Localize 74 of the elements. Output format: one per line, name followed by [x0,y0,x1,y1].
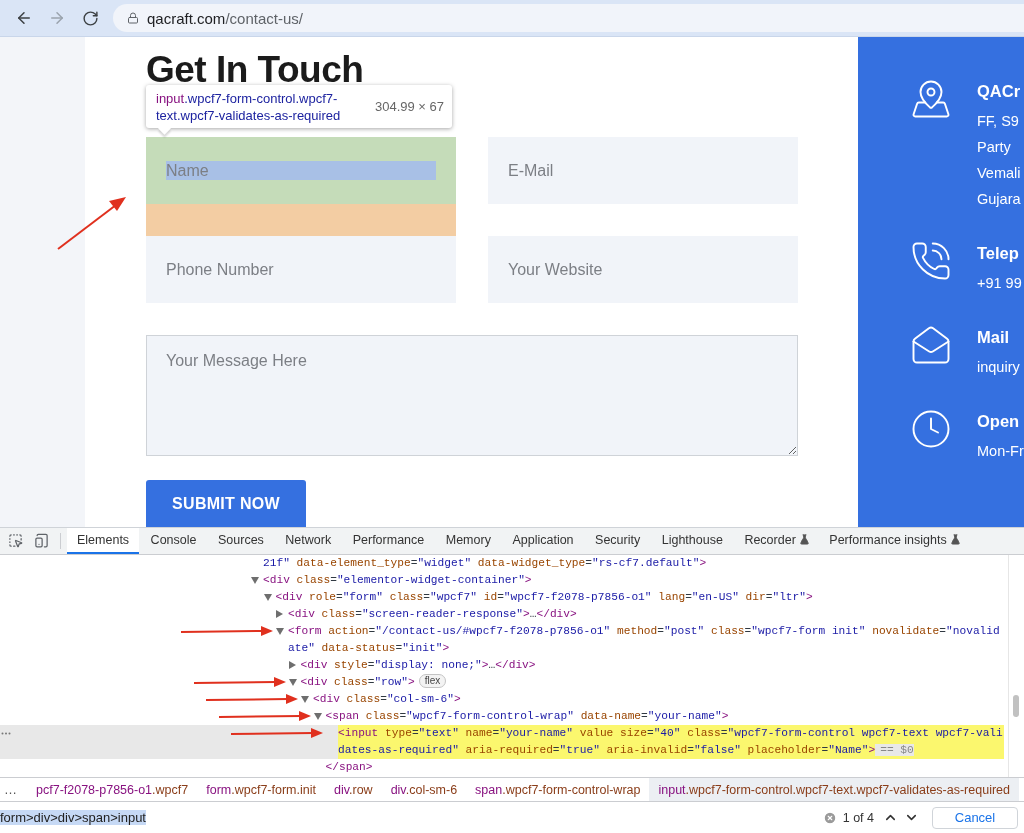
caret-down-icon[interactable] [301,695,309,703]
caret-right-icon[interactable] [276,610,283,619]
code-line: <form action="/contact-us/#wpcf7-f2078-p7856-o1" method="post" class="wpcf7-form init" novalidate="novalidate" data-status="init"> [288,623,1001,656]
clock-icon [910,408,952,450]
code-line: <div style="display: none;">…</div> [300,657,536,673]
caret-down-icon[interactable] [251,576,259,584]
message-field[interactable]: Your Message Here [146,335,798,456]
element-selector: input.wpcf7-form-control.wpcf7-text.wpcf7-validates-as-required [156,89,342,124]
code-line: <div class="elementor-widget-container"> [263,572,532,588]
devtools-tab[interactable]: Console [140,528,207,554]
contact-detail: inquiry [977,358,1021,377]
annotation-arrow [56,195,128,251]
devtools-tab[interactable]: Network [275,528,342,554]
envelope-icon [910,324,952,366]
breadcrumb[interactable]: form.wpcf7-form.init [197,778,325,802]
devtools-tab[interactable]: Elements [67,528,140,554]
devtools-tab[interactable]: Sources [208,528,274,554]
phone-icon [910,240,952,282]
element-size: 304.99 × 67 [374,99,444,114]
scrollbar[interactable] [1008,554,1022,778]
breadcrumb-overflow-button[interactable]: … [0,778,27,802]
devtools-tab[interactable]: Application [502,528,584,554]
devtools-tab[interactable]: Lighthouse [651,528,733,554]
devtools-tab[interactable]: Performance [342,528,435,554]
code-line: <div class="col-sm-6"> [313,691,461,707]
contact-detail: Mon-Fr [977,442,1024,461]
lock-icon [127,12,139,24]
code-line: 21f" data-element_type="widget" data-widget_type="rs-cf7.default"> [263,555,707,571]
breadcrumb[interactable]: div.col-sm-6 [381,778,467,802]
devtools-tab[interactable]: Security [585,528,651,554]
input-field[interactable]: Name [146,137,456,204]
breadcrumb[interactable]: span.wpcf7-form-control-wrap [466,778,650,802]
search-field[interactable]: form>div>div>span>input [0,802,823,833]
contact-detail: +91 99 [977,274,1023,293]
contact-detail: Party [977,138,1012,157]
more-icon[interactable] [1,731,11,735]
caret-down-icon[interactable] [276,627,284,635]
devtools-tab[interactable]: Memory [435,528,501,554]
caret-down-icon[interactable] [263,593,272,601]
breadcrumb[interactable]: input.wpcf7-form-control.wpcf7-text.wpcf7-validates-as-required [649,778,1019,802]
contact-detail: Gujara [977,190,1022,209]
input-field[interactable]: Your Website [488,236,798,303]
map-pin-icon [910,78,952,120]
caret-down-icon[interactable] [313,712,322,720]
code-line: <span class="wpcf7-form-control-wrap" data-name="your-name"> [325,708,729,724]
reload-icon [81,9,99,27]
selected-row[interactable]: <input type="text" name="your-name" value size="40" class="wpcf7-form-control wpcf7-text wpcf7-validates-as-required" aria-required="true" aria-invalid="false" placeholder="Name"> == $0 [0,724,1004,759]
contact-title: Open [977,411,1021,432]
breadcrumb[interactable]: pcf7-f2078-p7856-o1.wpcf7 [27,778,198,802]
devtools-tab[interactable]: Recorder [734,528,818,554]
code-line: <div role="form" class="wpcf7" id="wpcf7-f2078-p7856-o1" lang="en-US" dir="ltr"> [275,589,813,605]
code-line: <div class="row"> [300,674,415,690]
forward-arrow-icon [48,9,66,27]
input-field[interactable]: Phone Number [146,236,456,303]
input-field[interactable]: E-Mail [488,137,798,204]
devtools-tab[interactable]: Performance insights [819,528,969,554]
caret-down-icon[interactable] [288,678,297,686]
code-line: </span> [325,759,373,775]
address-bar[interactable]: qacraft.com/contact-us/ [113,4,1024,32]
url-text: qacraft.com/contact-us/ [147,9,303,27]
match-count: 1 of 4 [842,810,874,825]
breadcrumb[interactable]: div.row [324,778,382,802]
code-line: <div class="screen-reader-response">…</div> [288,606,577,622]
page-heading: Get In Touch [146,48,365,92]
contact-detail: Vemali [977,164,1022,183]
contact-title: QACr [977,81,1022,102]
caret-right-icon[interactable] [288,661,296,670]
contact-title: Telep [977,243,1020,264]
clear-icon[interactable] [822,810,837,825]
contact-detail: FF, S9 [977,112,1020,131]
contact-title: Mail [977,327,1011,348]
cancel-button[interactable]: Cancel [932,806,1018,829]
submit-button[interactable]: SUBMIT NOW [146,480,306,527]
flex-badge[interactable]: flex [418,673,447,688]
